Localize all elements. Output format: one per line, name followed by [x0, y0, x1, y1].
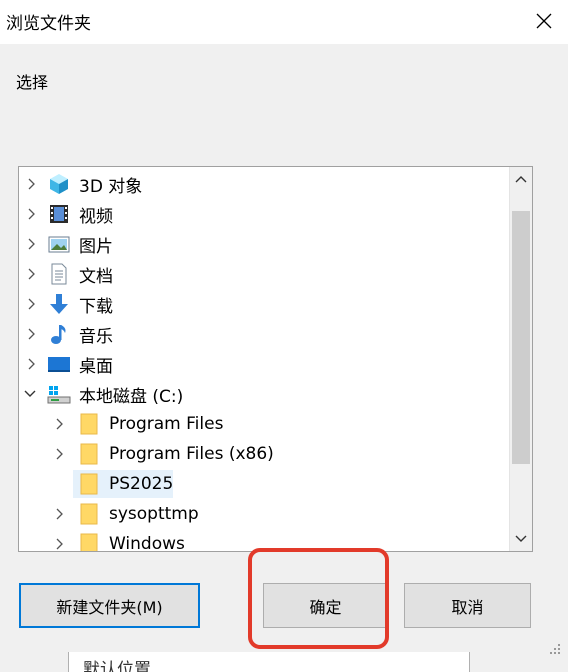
scrollbar-thumb[interactable] [512, 211, 530, 464]
tree-item-label: PS2025 [109, 474, 174, 494]
background-window-fragment: 默认位置 [68, 652, 470, 672]
tree-item-label: Program Files (x86) [109, 444, 274, 464]
tree-item-label: 文档 [79, 266, 113, 287]
chevron-right-icon[interactable] [25, 207, 39, 221]
select-prompt: 选择 [16, 73, 49, 92]
tree-item-label: 音乐 [79, 326, 113, 347]
tree-item-ps2025[interactable]: PS2025 [19, 469, 510, 499]
chevron-right-icon[interactable] [53, 537, 67, 551]
folder-icon [77, 532, 101, 551]
chevron-right-icon[interactable] [25, 177, 39, 191]
tree-item-label: 视频 [79, 206, 113, 227]
folder-tree-rows: 3D 对象 视频 图片 文档 下载 音乐 桌面 本地磁盘 (C:) Progra… [19, 167, 510, 551]
vertical-scrollbar[interactable] [509, 167, 532, 551]
chevron-right-icon[interactable] [25, 357, 39, 371]
tree-item-documents[interactable]: 文档 [19, 259, 510, 289]
downloads-folder-icon [47, 292, 71, 316]
cancel-button[interactable]: 取消 [404, 583, 531, 628]
ok-button-highlight-annotation [248, 548, 389, 649]
new-folder-button[interactable]: 新建文件夹(M) [19, 583, 200, 628]
tree-item-desktop[interactable]: 桌面 [19, 349, 510, 379]
tree-item-local-disk-c[interactable]: 本地磁盘 (C:) [19, 379, 510, 409]
tree-item-music[interactable]: 音乐 [19, 319, 510, 349]
tree-item-downloads[interactable]: 下载 [19, 289, 510, 319]
background-window-text: 默认位置 [83, 660, 151, 672]
tree-item-label: Program Files [109, 414, 224, 434]
chevron-right-icon[interactable] [25, 327, 39, 341]
video-folder-icon [47, 202, 71, 226]
tree-item-label: Windows [109, 534, 185, 552]
tree-item-label: 下载 [79, 296, 113, 317]
documents-folder-icon [47, 262, 71, 286]
tree-item-videos[interactable]: 视频 [19, 199, 510, 229]
chevron-down-icon [515, 535, 527, 542]
chevron-right-icon[interactable] [25, 237, 39, 251]
tree-item-label: 图片 [79, 236, 113, 257]
dialog-title: 浏览文件夹 [6, 14, 91, 34]
scroll-down-button[interactable] [510, 527, 532, 551]
chevron-right-icon[interactable] [53, 447, 67, 461]
chevron-right-icon[interactable] [53, 507, 67, 521]
tree-item-sysopttmp[interactable]: sysopttmp [19, 499, 510, 529]
folder-icon [77, 442, 101, 466]
folder-tree[interactable]: 3D 对象 视频 图片 文档 下载 音乐 桌面 本地磁盘 (C:) Progra… [18, 166, 533, 552]
tree-item-label: 3D 对象 [79, 176, 143, 197]
chevron-right-icon[interactable] [25, 297, 39, 311]
scroll-up-button[interactable] [510, 167, 532, 191]
3d-objects-icon [47, 172, 71, 196]
close-icon [536, 13, 552, 29]
tree-item-label: 本地磁盘 (C:) [79, 386, 184, 407]
music-folder-icon [47, 322, 71, 346]
tree-item-label: 桌面 [79, 356, 113, 377]
chevron-right-icon[interactable] [25, 267, 39, 281]
folder-icon [77, 502, 101, 526]
pictures-folder-icon [47, 232, 71, 256]
resize-grip-icon[interactable] [546, 640, 562, 656]
tree-item-program-files-x86[interactable]: Program Files (x86) [19, 439, 510, 469]
tree-item-label: sysopttmp [109, 504, 199, 524]
tree-item-program-files[interactable]: Program Files [19, 409, 510, 439]
chevron-right-icon[interactable] [53, 417, 67, 431]
tree-item-pictures[interactable]: 图片 [19, 229, 510, 259]
desktop-folder-icon [47, 352, 71, 376]
local-disk-icon [47, 382, 71, 406]
chevron-down-icon[interactable] [23, 387, 37, 401]
folder-icon [77, 412, 101, 436]
chevron-up-icon [515, 176, 527, 183]
dialog-titlebar: 浏览文件夹 [0, 0, 568, 44]
tree-item-3d-objects[interactable]: 3D 对象 [19, 169, 510, 199]
folder-icon [77, 472, 101, 496]
close-button[interactable] [528, 6, 560, 36]
